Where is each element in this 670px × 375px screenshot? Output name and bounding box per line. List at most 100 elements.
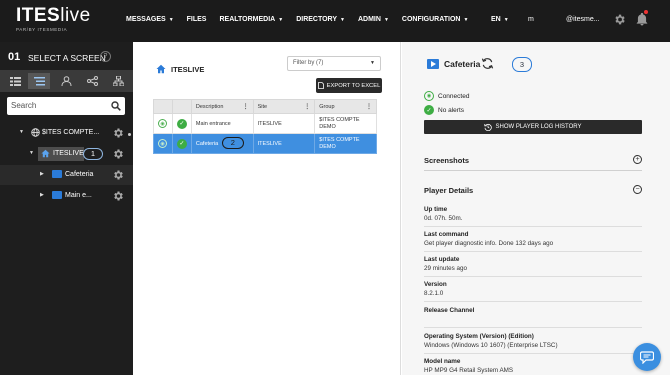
user-email[interactable]: @itesme...: [566, 16, 600, 23]
column-menu-icon: ⋮: [304, 104, 311, 110]
export-excel-button[interactable]: EXPORT TO EXCEL: [316, 78, 382, 93]
nav-realtormedia[interactable]: REALTORMEDIA ▼: [219, 16, 283, 23]
main-nav: MESSAGES ▼ FILES REALTORMEDIA ▼ DIRECTORY ▼…: [126, 16, 481, 23]
column-header-group[interactable]: Group ⋮: [314, 99, 377, 114]
status-alerts: ✓ No alerts: [424, 105, 464, 115]
view-toolbar: [0, 70, 133, 92]
network-view-icon[interactable]: [81, 73, 103, 89]
detail-release-channel: Release Channel: [424, 307, 642, 328]
chevron-down-icon[interactable]: ▼: [29, 150, 34, 156]
tree-item-ites-compte[interactable]: ▼ $ITES COMPTE...: [0, 123, 133, 143]
player-details-panel: Cafeteria 3 ◉ Connected ✓ No alerts SHOW…: [402, 42, 670, 375]
nav-files[interactable]: FILES: [187, 16, 207, 23]
nav-configuration[interactable]: CONFIGURATION ▼: [402, 16, 469, 23]
tree-item-cafeteria[interactable]: ▶ Cafeteria: [0, 165, 133, 185]
notifications-bell-icon[interactable]: [636, 12, 648, 26]
collapse-minus-icon[interactable]: −: [633, 185, 642, 194]
player-icon: [52, 170, 62, 178]
user-initial[interactable]: m: [528, 16, 534, 23]
nav-messages[interactable]: MESSAGES ▼: [126, 16, 174, 23]
chevron-right-icon[interactable]: ▶: [40, 192, 44, 198]
tree-item-iteslive[interactable]: ▼ ITESLIVE 1: [0, 144, 133, 164]
callout-badge: 3: [512, 57, 532, 72]
gear-icon[interactable]: [112, 190, 124, 202]
settings-gear-icon[interactable]: [613, 13, 626, 26]
column-header-description[interactable]: Description ⋮: [190, 99, 254, 114]
home-icon: [156, 64, 166, 74]
player-icon: [427, 59, 439, 69]
player-details-section[interactable]: Player Details −: [424, 185, 642, 201]
table-row-selected[interactable]: ◉ ✓ Cafeteria 2 ITESLIVE $ITES COMPTE DEM…: [153, 133, 377, 154]
logo-live: live: [60, 5, 91, 26]
detail-last-update: Last update 29 minutes ago: [424, 256, 642, 277]
step-number: 01: [8, 51, 21, 63]
check-icon: ✓: [424, 105, 434, 115]
gear-icon[interactable]: [112, 148, 124, 160]
help-icon[interactable]: ?: [100, 51, 111, 62]
column-menu-icon: ⋮: [242, 104, 249, 110]
detail-operating-system: Operating System (Version) (Edition) Win…: [424, 333, 642, 354]
search-input[interactable]: Search: [7, 97, 125, 115]
callout-badge: 1: [83, 148, 103, 160]
logo-brand: ITES: [16, 5, 61, 26]
gear-icon[interactable]: [112, 169, 124, 181]
home-icon: [41, 149, 50, 158]
page-title: ITESLIVE: [171, 65, 205, 74]
cell-group: $ITES COMPTE DEMO: [314, 133, 377, 154]
nav-directory[interactable]: DIRECTORY ▼: [296, 16, 345, 23]
document-icon: [317, 82, 324, 89]
status-connected: ◉ Connected: [424, 91, 469, 101]
language-selector[interactable]: EN ▼: [491, 16, 509, 23]
step-title: SELECT A SCREEN: [28, 53, 106, 63]
cell-site: ITESLIVE: [252, 113, 316, 134]
callout-badge: 2: [221, 137, 244, 149]
connection-status-icon: ◉: [158, 119, 167, 128]
section-title: Player Details: [424, 186, 474, 195]
site-view-icon[interactable]: [55, 73, 77, 89]
players-list-panel: ITESLIVE Filter by (7) ▼ EXPORT TO EXCEL…: [133, 42, 401, 375]
column-menu-icon: ⋮: [366, 104, 372, 110]
screenshots-section[interactable]: Screenshots +: [424, 155, 642, 171]
section-title: Screenshots: [424, 156, 470, 165]
tree-item-label: $ITES COMPTE...: [42, 129, 100, 136]
connection-status-icon: ◉: [158, 139, 167, 148]
tree-item-main-entrance[interactable]: ▶ Main e...: [0, 186, 133, 206]
globe-icon: [31, 128, 40, 137]
scrollbar-indicator[interactable]: [128, 133, 131, 136]
filter-label: Filter by (7): [293, 60, 324, 66]
filter-dropdown[interactable]: Filter by (7) ▼: [287, 56, 381, 71]
chevron-right-icon[interactable]: ▶: [40, 171, 44, 177]
player-icon: [52, 191, 62, 199]
top-bar: ITESlive PAR/BY ITESMEDIA MESSAGES ▼ FILE…: [0, 0, 670, 42]
column-header-alert: [171, 99, 192, 114]
connection-status-icon: ◉: [424, 91, 434, 101]
logo[interactable]: ITESlive PAR/BY ITESMEDIA: [16, 5, 91, 33]
tree-view-icon[interactable]: [28, 73, 50, 89]
nav-admin[interactable]: ADMIN ▼: [358, 16, 389, 23]
expand-plus-icon[interactable]: +: [633, 155, 642, 164]
refresh-icon[interactable]: [481, 57, 494, 70]
players-table: Description ⋮ Site ⋮ Group ⋮ ◉ ✓ Main entra…: [153, 99, 377, 154]
grid-view-icon[interactable]: [4, 73, 26, 89]
chat-bubble-icon[interactable]: [633, 343, 661, 371]
table-row[interactable]: ◉ ✓ Main entrance ITESLIVE $ITES COMPTE …: [153, 113, 377, 134]
cell-description: Main entrance: [190, 113, 254, 134]
tree-item-label: Cafeteria: [65, 171, 94, 178]
tree-item-label: ITESLIVE: [53, 150, 84, 157]
gear-icon[interactable]: [112, 127, 124, 139]
column-header-site[interactable]: Site ⋮: [252, 99, 316, 114]
detail-version: Version 8.2.1.0: [424, 281, 642, 302]
tree-item-label: Main e...: [65, 192, 92, 199]
cell-site: ITESLIVE: [252, 133, 316, 154]
notification-badge: [644, 10, 648, 14]
search-icon[interactable]: [111, 101, 121, 111]
chevron-down-icon[interactable]: ▼: [19, 129, 24, 135]
detail-last-command: Last command Get player diagnostic info.…: [424, 231, 642, 252]
logo-tagline: PAR/BY ITESMEDIA: [16, 27, 68, 32]
detail-model-name: Model name HP MP9 G4 Retail System AMS: [424, 358, 514, 374]
cell-group: $ITES COMPTE DEMO: [314, 113, 377, 134]
history-icon: [484, 123, 493, 131]
hierarchy-view-icon[interactable]: [107, 73, 129, 89]
cell-description: Cafeteria 2: [190, 133, 254, 154]
show-log-history-button[interactable]: SHOW PLAYER LOG HISTORY: [424, 120, 642, 134]
